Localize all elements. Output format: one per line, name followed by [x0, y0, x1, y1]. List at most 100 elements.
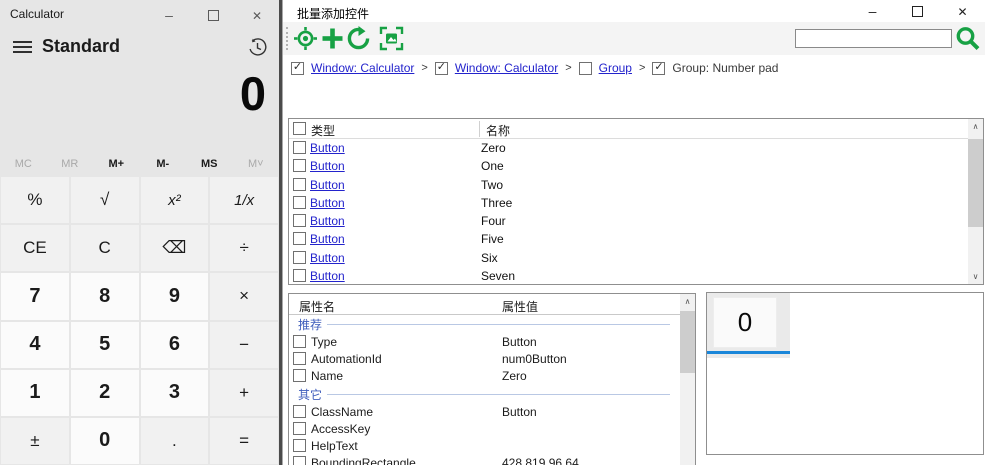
control-type-link[interactable]: Button	[310, 251, 345, 265]
property-section-header: 其它	[289, 385, 680, 404]
calc-memory-button-MR[interactable]: MR	[47, 153, 94, 175]
controls-list-panel: 类型 名称 ButtonZeroButtonOneButtonTwoButton…	[288, 118, 984, 285]
calc-button-⌫[interactable]: ⌫	[141, 225, 209, 271]
row-checkbox[interactable]	[293, 196, 306, 209]
vertical-scrollbar[interactable]: ∧ ∨	[968, 119, 983, 284]
calc-memory-button-MC[interactable]: MC	[0, 153, 47, 175]
table-row[interactable]: ButtonOne	[289, 157, 968, 175]
calc-button-x²[interactable]: x²	[141, 177, 209, 223]
close-button[interactable]	[235, 0, 279, 30]
calc-button-9[interactable]: 9	[141, 273, 209, 319]
minimize-button[interactable]	[850, 0, 895, 22]
minimize-button[interactable]	[147, 0, 191, 30]
calc-button-2[interactable]: 2	[71, 370, 139, 416]
table-row[interactable]: ButtonTwo	[289, 176, 968, 194]
control-type-link[interactable]: Button	[310, 196, 345, 210]
property-row[interactable]: BoundingRectangle428,819,96,64	[289, 455, 680, 465]
menu-button[interactable]	[13, 41, 32, 54]
vertical-scrollbar[interactable]: ∧	[680, 294, 695, 465]
row-checkbox[interactable]	[293, 214, 306, 227]
calc-button-4[interactable]: 4	[1, 322, 69, 368]
row-checkbox[interactable]	[293, 141, 306, 154]
calc-memory-button-M˅[interactable]: M˅	[233, 153, 280, 175]
locate-target-icon[interactable]	[293, 26, 318, 51]
row-checkbox[interactable]	[293, 159, 306, 172]
control-type-link[interactable]: Button	[310, 178, 345, 192]
table-row[interactable]: ButtonSeven	[289, 267, 968, 284]
calc-button-8[interactable]: 8	[71, 273, 139, 319]
table-row[interactable]: ButtonThree	[289, 194, 968, 212]
row-checkbox[interactable]	[293, 232, 306, 245]
calc-button-1[interactable]: 1	[1, 370, 69, 416]
calc-button-CE[interactable]: CE	[1, 225, 69, 271]
calc-memory-button-M-[interactable]: M-	[140, 153, 187, 175]
maximize-button[interactable]	[191, 0, 235, 30]
row-checkbox[interactable]	[293, 178, 306, 191]
control-type-link[interactable]: Button	[310, 269, 345, 283]
calc-button-.[interactable]: .	[141, 418, 209, 464]
maximize-button[interactable]	[895, 0, 940, 22]
property-checkbox[interactable]	[293, 422, 306, 435]
calc-button-C[interactable]: C	[71, 225, 139, 271]
breadcrumb-item[interactable]: Group	[599, 61, 632, 75]
property-row[interactable]: AccessKey	[289, 421, 680, 438]
scroll-up-arrow-icon[interactable]: ∧	[968, 119, 983, 134]
breadcrumb-checkbox[interactable]	[652, 62, 665, 75]
calc-button-%[interactable]: %	[1, 177, 69, 223]
breadcrumb-item[interactable]: Window: Calculator	[311, 61, 414, 75]
property-row[interactable]: TypeButton	[289, 334, 680, 351]
control-type-link[interactable]: Button	[310, 141, 345, 155]
search-input[interactable]	[795, 29, 952, 48]
scroll-down-arrow-icon[interactable]: ∨	[968, 269, 983, 284]
control-type-link[interactable]: Button	[310, 159, 345, 173]
toolbar-grip-handle[interactable]	[286, 27, 288, 50]
calc-button-3[interactable]: 3	[141, 370, 209, 416]
calc-memory-button-M+[interactable]: M+	[93, 153, 140, 175]
property-checkbox[interactable]	[293, 352, 306, 365]
calc-button-1/x[interactable]: 1/x	[210, 177, 278, 223]
property-checkbox[interactable]	[293, 405, 306, 418]
table-row[interactable]: ButtonFour	[289, 212, 968, 230]
calc-button-=[interactable]: =	[210, 418, 278, 464]
calc-button-×[interactable]: ×	[210, 273, 278, 319]
capture-screenshot-icon[interactable]	[379, 26, 404, 51]
row-checkbox[interactable]	[293, 251, 306, 264]
calc-button-0[interactable]: 0	[71, 418, 139, 464]
calc-button-6[interactable]: 6	[141, 322, 209, 368]
calc-button-7[interactable]: 7	[1, 273, 69, 319]
property-checkbox[interactable]	[293, 456, 306, 465]
scrollbar-thumb[interactable]	[968, 139, 983, 227]
search-icon[interactable]	[954, 25, 981, 52]
calc-button-5[interactable]: 5	[71, 322, 139, 368]
add-icon[interactable]	[320, 26, 345, 51]
calc-button-+[interactable]: +	[210, 370, 278, 416]
close-button[interactable]	[940, 0, 985, 22]
breadcrumb-checkbox[interactable]	[435, 62, 448, 75]
calc-button-±[interactable]: ±	[1, 418, 69, 464]
breadcrumb-checkbox[interactable]	[579, 62, 592, 75]
property-row[interactable]: AutomationIdnum0Button	[289, 351, 680, 368]
refresh-icon[interactable]	[346, 26, 371, 51]
property-row[interactable]: NameZero	[289, 368, 680, 385]
table-row[interactable]: ButtonZero	[289, 139, 968, 157]
property-row[interactable]: HelpText	[289, 438, 680, 455]
history-button[interactable]	[248, 38, 267, 57]
property-checkbox[interactable]	[293, 439, 306, 452]
calc-button-√[interactable]: √	[71, 177, 139, 223]
scroll-up-arrow-icon[interactable]: ∧	[680, 294, 695, 309]
property-checkbox[interactable]	[293, 335, 306, 348]
breadcrumb-item[interactable]: Window: Calculator	[455, 61, 558, 75]
select-all-checkbox[interactable]	[293, 122, 306, 135]
control-type-link[interactable]: Button	[310, 214, 345, 228]
calc-memory-button-MS[interactable]: MS	[186, 153, 233, 175]
table-row[interactable]: ButtonSix	[289, 249, 968, 267]
property-checkbox[interactable]	[293, 369, 306, 382]
calc-button-−[interactable]: −	[210, 322, 278, 368]
row-checkbox[interactable]	[293, 269, 306, 282]
control-type-link[interactable]: Button	[310, 232, 345, 246]
table-row[interactable]: ButtonFive	[289, 230, 968, 248]
property-row[interactable]: ClassNameButton	[289, 404, 680, 421]
breadcrumb-checkbox[interactable]	[291, 62, 304, 75]
scrollbar-thumb[interactable]	[680, 311, 695, 373]
calc-button-÷[interactable]: ÷	[210, 225, 278, 271]
